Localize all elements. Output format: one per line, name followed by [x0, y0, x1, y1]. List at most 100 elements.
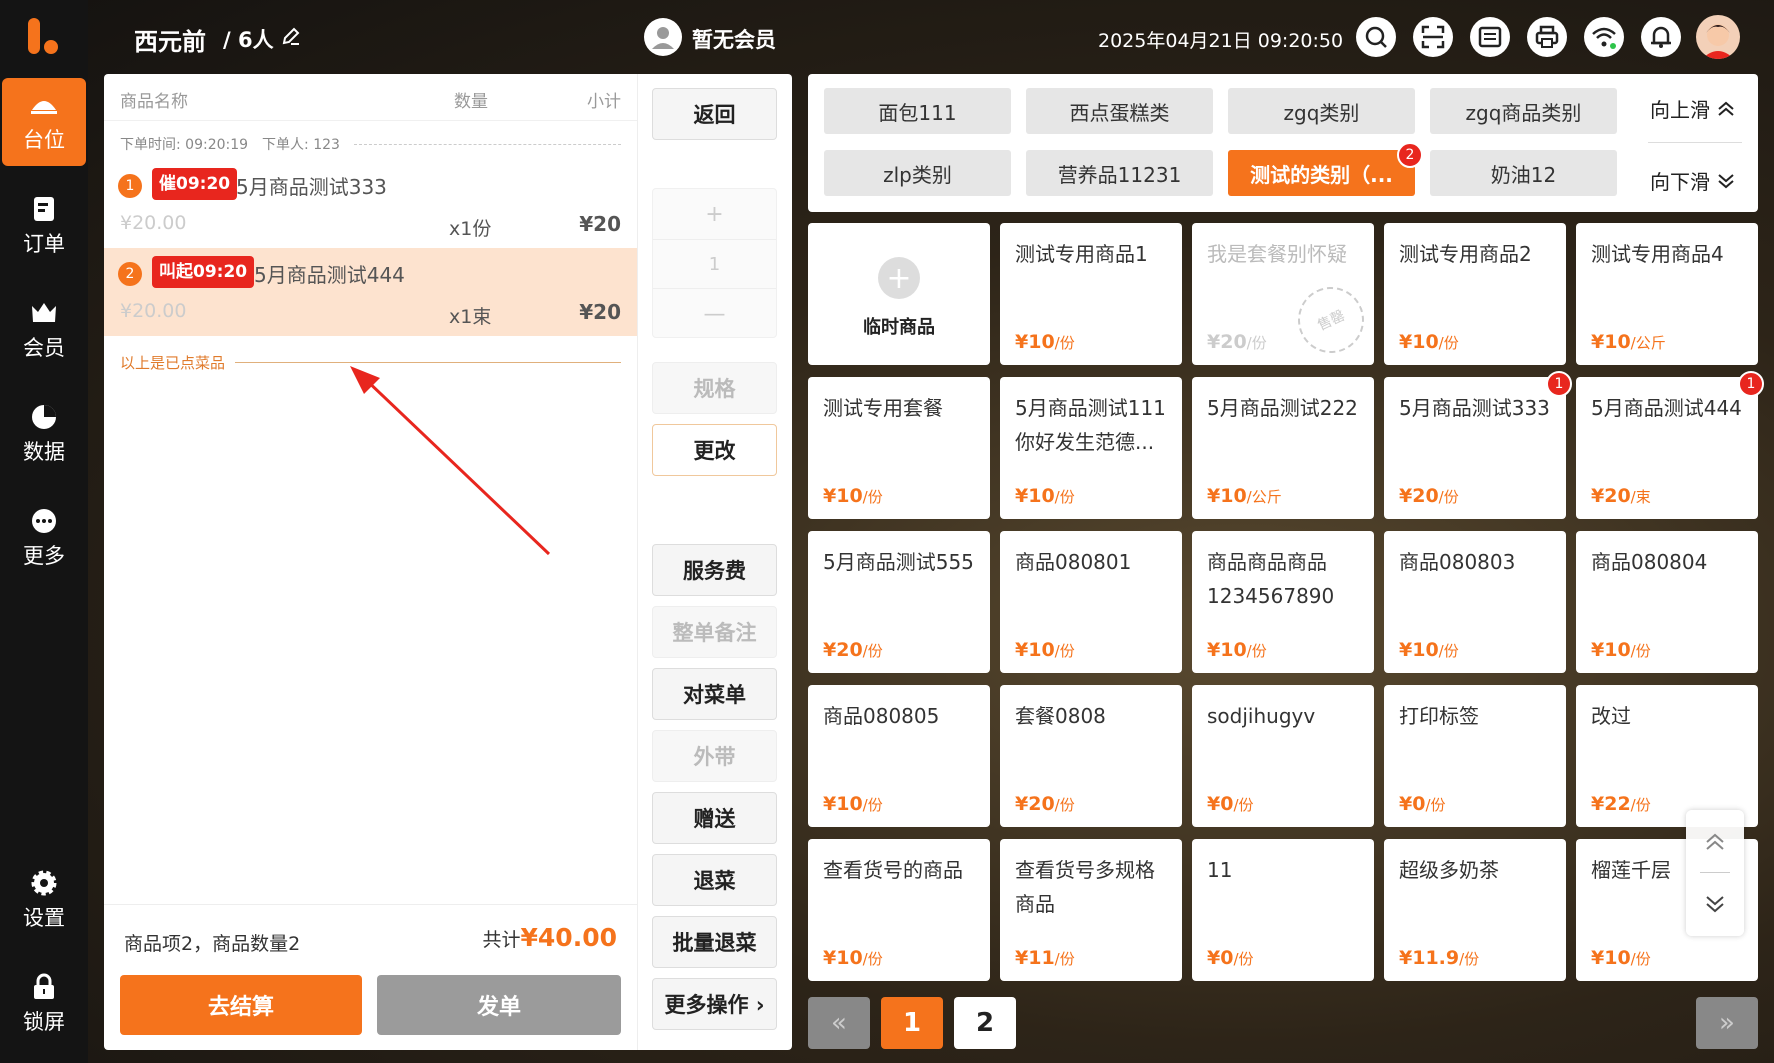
order-note-button[interactable]: 整单备注 — [652, 606, 777, 658]
sidebar-item-settings[interactable]: 设置 — [0, 856, 88, 944]
product-card[interactable]: sodjihugyv ¥0/份 — [1192, 685, 1374, 827]
price-unit: /份 — [1425, 796, 1446, 814]
temp-product-label: 临时商品 — [863, 317, 935, 338]
check-menu-button[interactable]: 对菜单 — [652, 668, 777, 720]
category-tab[interactable]: zgq类别 — [1228, 88, 1415, 134]
category-tab[interactable]: 奶油12 — [1430, 150, 1617, 196]
edit-icon[interactable] — [280, 25, 302, 47]
user-avatar[interactable] — [1696, 15, 1740, 59]
scroll-down-button[interactable]: 向下滑 — [1650, 166, 1736, 195]
scroll-up-button[interactable]: 向上滑 — [1650, 94, 1736, 123]
product-card[interactable]: 测试专用套餐 ¥10/份 — [808, 377, 990, 519]
product-card[interactable]: 测试专用商品2 ¥10/份 — [1384, 223, 1566, 365]
product-card[interactable]: 商品商品商品1234567890 ¥10/份 — [1192, 531, 1374, 673]
return-dish-button[interactable]: 退菜 — [652, 854, 777, 906]
sidebar-item-label: 锁屏 — [23, 1010, 65, 1034]
column-header-qty: 数量 — [454, 92, 488, 112]
product-card[interactable]: 打印标签 ¥0/份 — [1384, 685, 1566, 827]
product-card[interactable]: 测试专用商品4 ¥10/公斤 — [1576, 223, 1758, 365]
quantity-stepper[interactable]: + 1 — — [652, 188, 777, 338]
more-actions-button[interactable]: 更多操作 › — [652, 978, 777, 1030]
temp-product-card[interactable]: + 临时商品 — [808, 223, 990, 365]
order-item[interactable]: 1 催09:20 5月商品测试333 ¥20.00 x1份 ¥20 — [104, 160, 637, 248]
sidebar-item-members[interactable]: 会员 — [0, 286, 88, 374]
product-card[interactable]: 套餐0808 ¥20/份 — [1000, 685, 1182, 827]
sidebar-item-more[interactable]: 更多 — [0, 494, 88, 582]
action-column: 返回 + 1 — 规格 更改 服务费 整单备注 对菜单 外带 赠送 退菜 批量退… — [637, 74, 792, 1050]
sidebar-item-orders[interactable]: 订单 — [0, 182, 88, 270]
category-tab-active[interactable]: 测试的类别（... 2 — [1228, 142, 1423, 196]
change-button[interactable]: 更改 — [652, 424, 777, 476]
price-unit: /份 — [1054, 796, 1075, 814]
datetime: 2025年04月21日 09:20:50 — [1098, 30, 1344, 52]
takeout-button[interactable]: 外带 — [652, 730, 777, 782]
notification-button[interactable] — [1641, 17, 1681, 57]
chevron-up-icon — [1718, 101, 1734, 116]
category-tab[interactable]: 西点蛋糕类 — [1026, 88, 1213, 134]
more-icon — [32, 509, 56, 533]
price-value: ¥10 — [823, 947, 863, 969]
product-price: ¥10/份 — [1591, 947, 1651, 969]
product-price: ¥10/份 — [1399, 639, 1459, 661]
category-tab[interactable]: 面包111 — [824, 88, 1011, 134]
price-unit: /份 — [1630, 950, 1651, 968]
product-card[interactable]: 5月商品测试111你好发生范德... ¥10/份 — [1000, 377, 1182, 519]
price-unit: /份 — [1054, 334, 1075, 352]
product-card[interactable]: 商品080801 ¥10/份 — [1000, 531, 1182, 673]
product-card[interactable]: 测试专用商品1 ¥10/份 — [1000, 223, 1182, 365]
page-button-active[interactable]: 1 — [881, 997, 943, 1049]
product-card[interactable]: 商品080804 ¥10/份 — [1576, 531, 1758, 673]
page-button[interactable]: 2 — [954, 997, 1016, 1049]
batch-return-button[interactable]: 批量退菜 — [652, 916, 777, 968]
item-qty: x1束 — [449, 306, 492, 328]
order-item[interactable]: 2 叫起09:20 5月商品测试444 ¥20.00 x1束 ¥20 — [104, 248, 637, 336]
product-card[interactable]: 5月商品测试555 ¥20/份 — [808, 531, 990, 673]
pager-next-button[interactable]: » — [1696, 997, 1758, 1049]
table-icon — [31, 101, 57, 114]
double-chevron-up-icon[interactable] — [1703, 830, 1727, 854]
product-card[interactable]: 5月商品测试444 ¥20/束 1 — [1576, 371, 1764, 519]
category-tab[interactable]: zgq商品类别 — [1430, 88, 1617, 134]
product-card[interactable]: 超级多奶茶 ¥11.9/份 — [1384, 839, 1566, 981]
category-tab[interactable]: zlp类别 — [824, 150, 1011, 196]
app-logo — [22, 18, 66, 58]
double-chevron-down-icon[interactable] — [1703, 892, 1727, 916]
plus-button[interactable]: + — [653, 189, 776, 239]
checkout-button[interactable]: 去结算 — [120, 975, 362, 1035]
bill-button[interactable] — [1470, 17, 1510, 57]
member-status[interactable]: 暂无会员 — [692, 24, 776, 54]
category-tab[interactable]: 营养品11231 — [1026, 150, 1213, 196]
sidebar-item-data[interactable]: 数据 — [0, 390, 88, 478]
service-fee-button[interactable]: 服务费 — [652, 544, 777, 596]
product-name: 11 — [1207, 858, 1233, 882]
printer-button[interactable] — [1527, 17, 1567, 57]
product-price: ¥11.9/份 — [1399, 947, 1479, 969]
product-price: ¥11/份 — [1015, 947, 1075, 969]
product-card[interactable]: 商品080803 ¥10/份 — [1384, 531, 1566, 673]
member-avatar[interactable] — [644, 18, 682, 56]
search-button[interactable] — [1356, 17, 1396, 57]
sidebar-item-lock[interactable]: 锁屏 — [0, 960, 88, 1048]
spec-button[interactable]: 规格 — [652, 362, 777, 414]
product-card[interactable]: 11 ¥0/份 — [1192, 839, 1374, 981]
gift-button[interactable]: 赠送 — [652, 792, 777, 844]
product-price: ¥10/份 — [1591, 639, 1651, 661]
pager-prev-button[interactable]: « — [808, 997, 870, 1049]
product-card[interactable]: 改过 ¥22/份 — [1576, 685, 1758, 827]
wifi-button[interactable] — [1584, 17, 1624, 57]
scan-button[interactable] — [1413, 17, 1453, 57]
product-card[interactable]: 查看货号多规格商品 ¥11/份 — [1000, 839, 1182, 981]
product-card[interactable]: 5月商品测试222 ¥10/公斤 — [1192, 377, 1374, 519]
order-icon — [34, 197, 54, 221]
product-card[interactable]: 查看货号的商品 ¥10/份 — [808, 839, 990, 981]
price-value: ¥0 — [1399, 793, 1426, 815]
back-button[interactable]: 返回 — [652, 88, 777, 140]
send-order-button[interactable]: 发单 — [377, 975, 621, 1035]
product-card[interactable]: 我是套餐别怀疑 ¥20/份 售罄 — [1192, 223, 1375, 365]
product-price: ¥10/份 — [823, 947, 883, 969]
product-card[interactable]: 商品080805 ¥10/份 — [808, 685, 990, 827]
minus-button[interactable]: — — [653, 289, 776, 339]
sidebar-item-tables[interactable]: 台位 — [2, 78, 86, 166]
quantity-value: 1 — [653, 239, 776, 289]
product-card[interactable]: 5月商品测试333 ¥20/份 1 — [1384, 371, 1572, 519]
